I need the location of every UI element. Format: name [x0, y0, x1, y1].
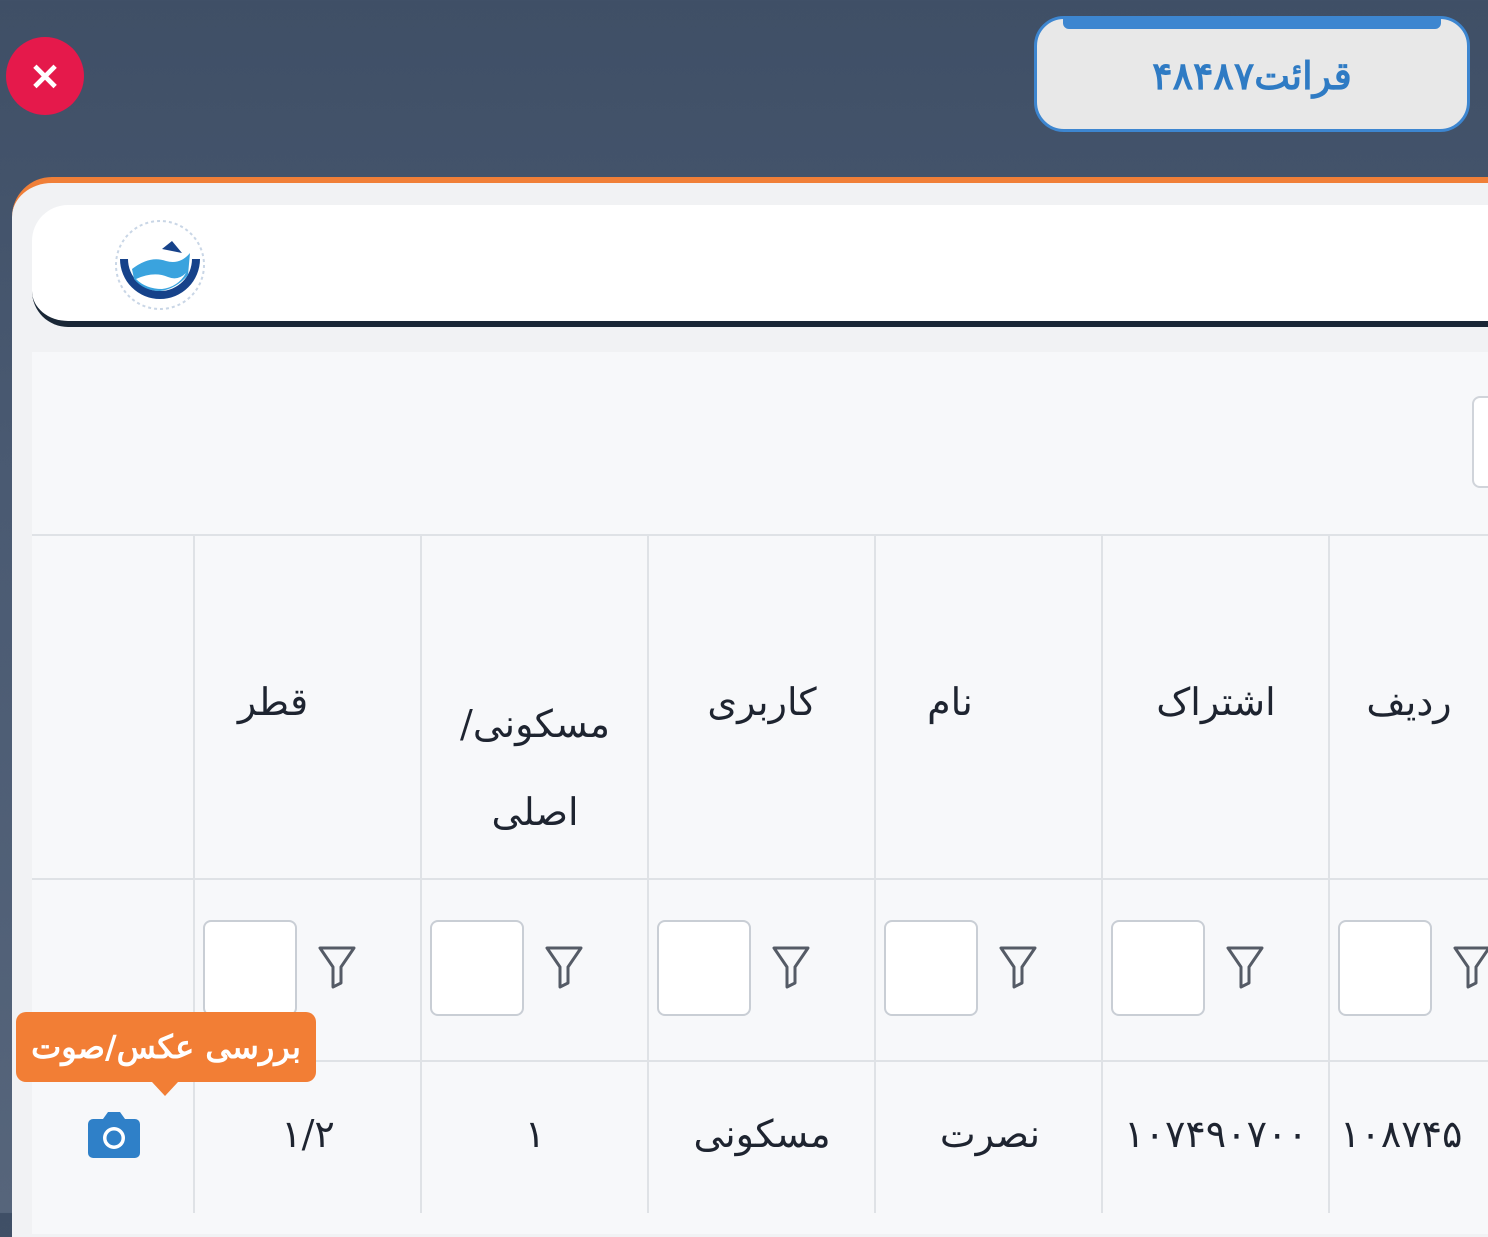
- camera-icon[interactable]: [88, 1110, 140, 1160]
- cell-maskooni: ۱: [524, 1112, 546, 1156]
- header-radif: ردیف: [1366, 680, 1452, 724]
- filter-icon[interactable]: [544, 945, 584, 989]
- filter-input-eshterak[interactable]: [1111, 920, 1205, 1016]
- cell-eshterak: ۱۰۷۴۹۰۷۰۰: [1124, 1112, 1308, 1156]
- filter-icon[interactable]: [998, 945, 1038, 989]
- filter-input-ghotr[interactable]: [203, 920, 297, 1016]
- filter-icon[interactable]: [771, 945, 811, 989]
- filter-icon[interactable]: [1225, 945, 1265, 989]
- filter-input-radif[interactable]: [1338, 920, 1432, 1016]
- cell-karbari: مسکونی: [693, 1112, 831, 1156]
- header-karbari: کاربری: [707, 680, 817, 724]
- filter-input-name[interactable]: [884, 920, 978, 1016]
- filter-icon[interactable]: [317, 945, 357, 989]
- media-review-tooltip: بررسی عکس/صوت: [16, 1012, 316, 1082]
- filter-input-maskooni[interactable]: [430, 920, 524, 1016]
- cell-name: نصرت: [939, 1112, 1041, 1156]
- filter-icon[interactable]: [1452, 945, 1488, 989]
- cell-radif: ۱۰۸۷۴۵: [1340, 1112, 1463, 1156]
- header-name: نام: [927, 680, 973, 724]
- header-maskooni: مسکونی/ اصلی: [460, 702, 610, 834]
- cell-ghotr: ۱/۲: [281, 1112, 335, 1156]
- header-eshterak: اشتراک: [1156, 680, 1276, 724]
- filter-input-karbari[interactable]: [657, 920, 751, 1016]
- header-ghotr: قطر: [237, 680, 309, 724]
- tooltip-arrow: [152, 1082, 178, 1096]
